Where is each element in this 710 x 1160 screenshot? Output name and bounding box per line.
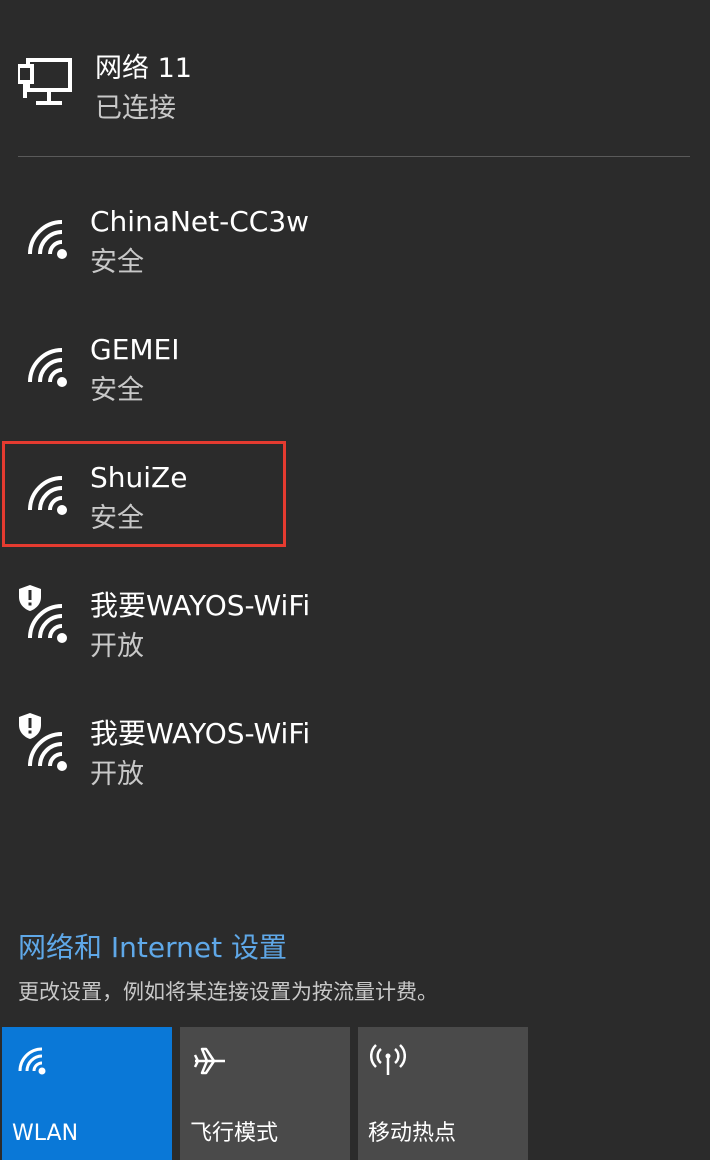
wifi-security-label: 安全 — [90, 503, 144, 534]
wifi-network-name: 我要WAYOS-WiFi — [90, 589, 311, 622]
network-flyout: 网络 11 已连接 ChinaNet-CC3w 安全 GEMEI 安全 Shui… — [0, 0, 710, 1160]
airplane-mode-label: 飞行模式 — [190, 1121, 279, 1146]
wired-network-item[interactable]: 网络 11 已连接 — [0, 18, 710, 138]
wifi-icon — [18, 1047, 46, 1075]
wifi-network-item[interactable]: ChinaNet-CC3w 安全 — [0, 194, 710, 322]
warning-shield-icon — [19, 585, 41, 611]
network-settings-link[interactable]: 网络和 Internet 设置 — [18, 930, 287, 966]
wifi-signal-icon — [28, 348, 67, 387]
wifi-network-item[interactable]: GEMEI 安全 — [0, 322, 710, 450]
wifi-security-label: 安全 — [90, 375, 144, 406]
wifi-signal-icon — [28, 220, 67, 259]
wifi-network-item[interactable]: ShuiZe 安全 — [0, 450, 710, 578]
airplane-mode-button[interactable]: 飞行模式 — [180, 1027, 350, 1160]
mobile-hotspot-label: 移动热点 — [368, 1121, 457, 1146]
wifi-network-name: ShuiZe — [90, 461, 188, 494]
warning-shield-icon — [19, 713, 41, 739]
wlan-label: WLAN — [12, 1121, 79, 1146]
wifi-network-item[interactable]: 我要WAYOS-WiFi 开放 — [0, 706, 710, 834]
wifi-network-name: GEMEI — [90, 333, 180, 366]
wifi-signal-icon — [28, 476, 67, 515]
wlan-toggle-button[interactable]: WLAN — [2, 1027, 172, 1160]
airplane-icon — [193, 1047, 225, 1075]
wifi-network-name: 我要WAYOS-WiFi — [90, 717, 311, 750]
mobile-hotspot-button[interactable]: 移动热点 — [358, 1027, 528, 1160]
wifi-security-label: 开放 — [90, 759, 144, 790]
network-settings-description: 更改设置，例如将某连接设置为按流量计费。 — [18, 980, 438, 1004]
wifi-security-label: 安全 — [90, 247, 144, 278]
monitor-network-icon — [18, 58, 72, 105]
hotspot-icon — [370, 1044, 406, 1075]
wifi-security-label: 开放 — [90, 631, 144, 662]
wifi-network-item[interactable]: 我要WAYOS-WiFi 开放 — [0, 578, 710, 706]
wired-network-name: 网络 11 — [95, 53, 192, 84]
wifi-network-name: ChinaNet-CC3w — [90, 205, 310, 238]
divider — [18, 156, 690, 157]
wired-network-status: 已连接 — [95, 93, 176, 124]
